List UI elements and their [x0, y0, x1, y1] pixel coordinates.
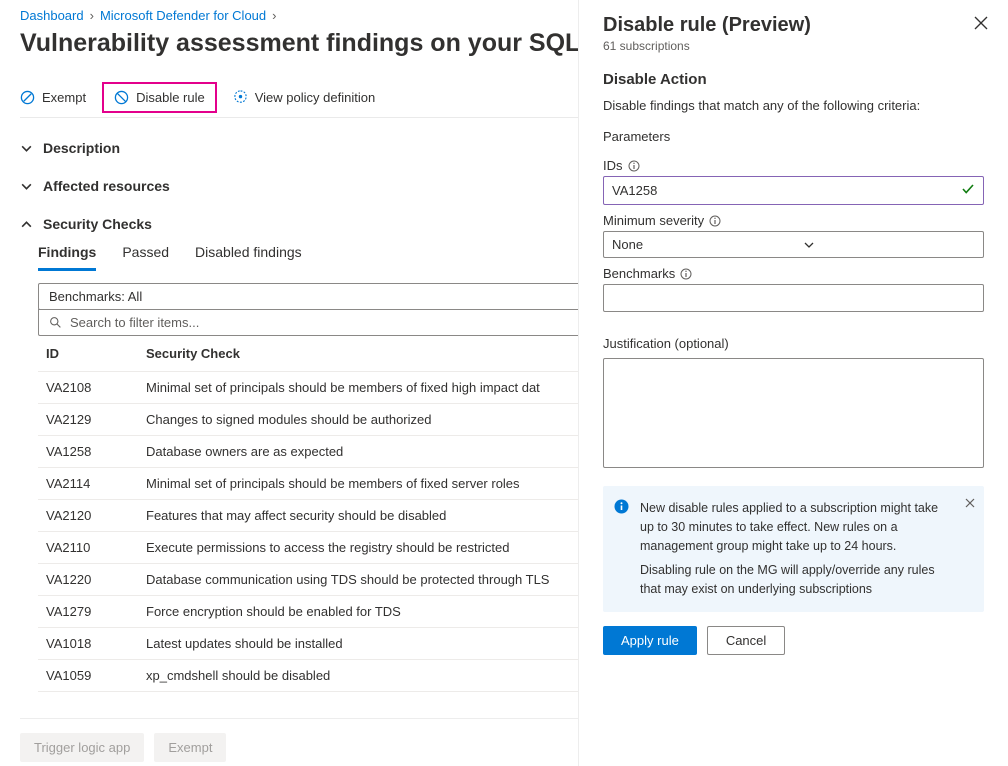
breadcrumb-defender[interactable]: Microsoft Defender for Cloud	[100, 8, 266, 23]
cell-id: VA2129	[38, 404, 138, 436]
exempt-icon	[20, 90, 35, 105]
tab-passed[interactable]: Passed	[122, 244, 169, 271]
justification-label: Justification (optional)	[603, 336, 729, 351]
chevron-right-icon: ›	[90, 8, 94, 23]
apply-rule-button[interactable]: Apply rule	[603, 626, 697, 655]
panel-subtitle: 61 subscriptions	[603, 39, 984, 53]
chevron-right-icon: ›	[272, 8, 276, 23]
cell-id: VA1279	[38, 596, 138, 628]
min-severity-select[interactable]: None	[603, 231, 984, 258]
cancel-button[interactable]: Cancel	[707, 626, 785, 655]
exempt-button[interactable]: Exempt	[20, 90, 86, 105]
chevron-down-icon	[20, 180, 33, 193]
disable-rule-panel: Disable rule (Preview) 61 subscriptions …	[578, 0, 1008, 766]
disable-rule-label: Disable rule	[136, 90, 205, 105]
info-text-1: New disable rules applied to a subscript…	[640, 499, 953, 555]
close-button[interactable]	[974, 16, 988, 33]
benchmarks-input[interactable]	[603, 284, 984, 312]
check-icon	[961, 182, 975, 199]
search-icon	[49, 316, 62, 329]
dismiss-banner[interactable]	[965, 495, 975, 514]
disable-icon	[114, 90, 129, 105]
parameters-label: Parameters	[603, 129, 984, 144]
info-icon	[614, 499, 629, 520]
ids-label: IDs	[603, 158, 623, 173]
disable-action-desc: Disable findings that match any of the f…	[603, 98, 984, 113]
panel-title: Disable rule (Preview)	[603, 14, 984, 37]
tab-disabled[interactable]: Disabled findings	[195, 244, 302, 271]
cell-id: VA2114	[38, 468, 138, 500]
min-severity-label: Minimum severity	[603, 213, 704, 228]
cell-id: VA1059	[38, 660, 138, 692]
col-id[interactable]: ID	[38, 336, 138, 372]
disable-rule-button[interactable]: Disable rule	[108, 88, 211, 107]
search-placeholder: Search to filter items...	[70, 315, 199, 330]
disable-action-heading: Disable Action	[603, 71, 984, 88]
info-text-2: Disabling rule on the MG will apply/over…	[640, 561, 953, 599]
info-banner: New disable rules applied to a subscript…	[603, 486, 984, 612]
justification-textarea[interactable]	[603, 358, 984, 468]
cell-id: VA2108	[38, 372, 138, 404]
policy-icon	[233, 90, 248, 105]
benchmarks-label: Benchmarks	[603, 266, 675, 281]
chevron-down-icon	[803, 239, 815, 251]
exempt-bottom-button[interactable]: Exempt	[154, 733, 226, 762]
close-icon	[974, 16, 988, 30]
tab-findings[interactable]: Findings	[38, 244, 96, 271]
info-icon	[709, 215, 721, 227]
ids-input[interactable]: VA1258	[603, 176, 984, 205]
cell-id: VA1018	[38, 628, 138, 660]
cell-id: VA1220	[38, 564, 138, 596]
chevron-up-icon	[20, 218, 33, 231]
breadcrumb-dashboard[interactable]: Dashboard	[20, 8, 84, 23]
info-icon	[628, 160, 640, 172]
cell-id: VA2110	[38, 532, 138, 564]
chevron-down-icon	[20, 142, 33, 155]
trigger-logic-app-button[interactable]: Trigger logic app	[20, 733, 144, 762]
cell-id: VA1258	[38, 436, 138, 468]
info-icon	[680, 268, 692, 280]
view-policy-label: View policy definition	[255, 90, 375, 105]
view-policy-button[interactable]: View policy definition	[233, 90, 375, 105]
exempt-label: Exempt	[42, 90, 86, 105]
cell-id: VA2120	[38, 500, 138, 532]
